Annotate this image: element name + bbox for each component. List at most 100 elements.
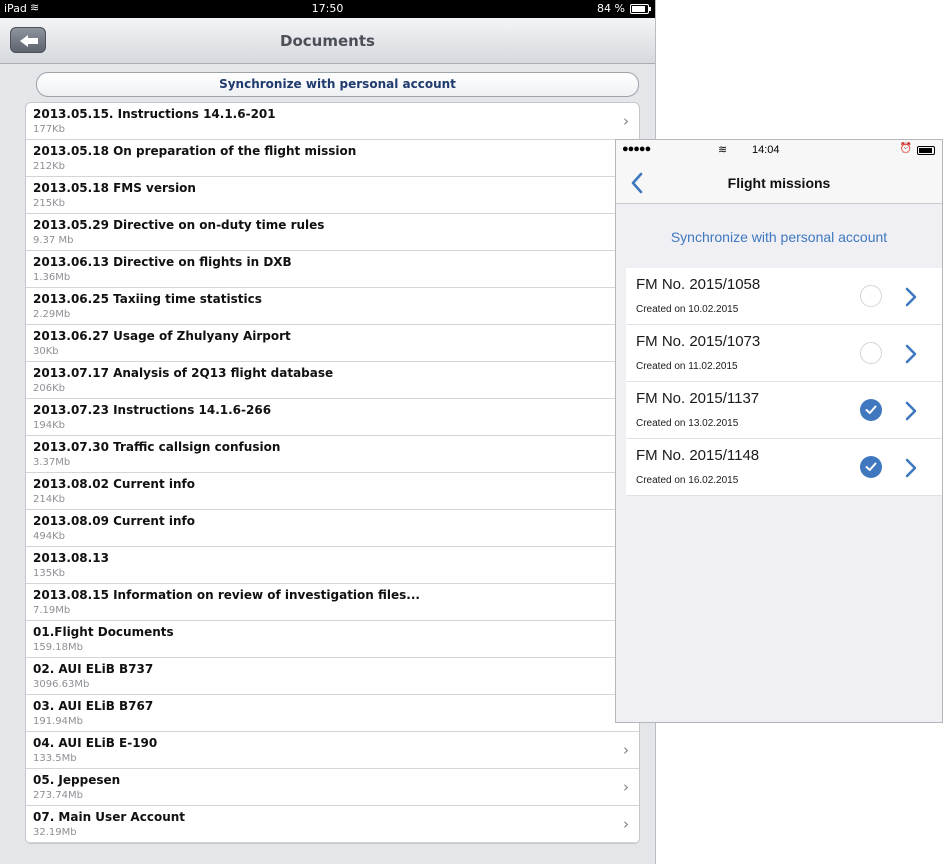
document-row[interactable]: 03. AUI ELiB B767191.94Mb› bbox=[26, 695, 639, 732]
flight-mission-row[interactable]: FM No. 2015/1073 Created on 11.02.2015 bbox=[626, 325, 942, 382]
mission-title: FM No. 2015/1058 bbox=[636, 276, 761, 293]
document-title: 2013.05.15. Instructions 14.1.6-201 bbox=[33, 107, 276, 121]
document-size: 194Kb bbox=[33, 420, 65, 431]
chevron-right-icon bbox=[905, 287, 917, 311]
sync-personal-account-button[interactable]: Synchronize with personal account bbox=[36, 72, 639, 97]
documents-list: 2013.05.15. Instructions 14.1.6-201 177Kb… bbox=[25, 102, 640, 844]
chevron-right-icon bbox=[905, 458, 917, 482]
document-title: 05. Jeppesen bbox=[33, 773, 121, 787]
document-size: 30Kb bbox=[33, 346, 59, 357]
iphone-flight-missions-screen: ●●●●● ≋ 14:04 ⏰ Flight missions Synchron… bbox=[615, 139, 943, 723]
document-title: 2013.08.15 Information on review of inve… bbox=[33, 588, 420, 602]
mission-created-date: Created on 16.02.2015 bbox=[636, 475, 739, 486]
document-row[interactable]: 2013.06.13 Directive on flights in DXB 1.… bbox=[26, 251, 639, 288]
document-title: 07. Main User Account bbox=[33, 810, 186, 824]
document-size: 191.94Mb bbox=[33, 716, 83, 727]
alarm-icon: ⏰ bbox=[899, 143, 912, 154]
flight-mission-row[interactable]: FM No. 2015/1148 Created on 16.02.2015 bbox=[626, 439, 942, 496]
document-row[interactable]: 2013.07.17 Analysis of 2Q13 flight datab… bbox=[26, 362, 639, 399]
checkmark-icon[interactable] bbox=[860, 399, 882, 421]
ipad-navigation-bar: Documents bbox=[0, 18, 655, 64]
sync-personal-account-link[interactable]: Synchronize with personal account bbox=[616, 229, 942, 245]
chevron-right-icon: › bbox=[623, 112, 629, 130]
document-size: 32.19Mb bbox=[33, 827, 77, 838]
iphone-status-bar: ●●●●● ≋ 14:04 ⏰ bbox=[616, 140, 942, 162]
document-title: 04. AUI ELiB E-190 bbox=[33, 736, 158, 750]
document-title: 2013.06.13 Directive on flights in DXB bbox=[33, 255, 292, 269]
document-row[interactable]: 2013.05.18 FMS version 215Kb bbox=[26, 177, 639, 214]
wifi-icon: ≋ bbox=[718, 144, 728, 156]
document-size: 215Kb bbox=[33, 198, 65, 209]
mission-title: FM No. 2015/1073 bbox=[636, 333, 761, 350]
document-row[interactable]: 2013.08.09 Current info 494Kb bbox=[26, 510, 639, 547]
mission-title: FM No. 2015/1148 bbox=[636, 447, 760, 464]
chevron-right-icon bbox=[905, 401, 917, 425]
empty-circle-icon[interactable] bbox=[860, 342, 882, 364]
document-title: 2013.08.02 Current info bbox=[33, 477, 195, 491]
document-title: 2013.06.25 Taxiing time statistics bbox=[33, 292, 262, 306]
document-size: 3096.63Mb bbox=[33, 679, 90, 690]
document-row[interactable]: 02. AUI ELiB B737 3096.63Mb bbox=[26, 658, 639, 695]
document-title: 2013.05.18 On preparation of the flight … bbox=[33, 144, 357, 158]
status-time: 14:04 bbox=[752, 144, 780, 156]
screenshot-stage: iPad ≋ 17:50 84 % Documents Synchronize … bbox=[0, 0, 948, 864]
document-row[interactable]: 2013.07.23 Instructions 14.1.6-266 194Kb bbox=[26, 399, 639, 436]
chevron-right-icon: › bbox=[623, 778, 629, 796]
document-title: 03. AUI ELiB B767 bbox=[33, 699, 154, 713]
battery-icon bbox=[917, 146, 935, 155]
document-size: 214Kb bbox=[33, 494, 65, 505]
document-row[interactable]: 04. AUI ELiB E-190 133.5Mb › bbox=[26, 732, 639, 769]
empty-circle-icon[interactable] bbox=[860, 285, 882, 307]
document-title: 2013.08.09 Current info bbox=[33, 514, 195, 528]
document-size: 2.29Mb bbox=[33, 309, 71, 320]
checkmark-icon[interactable] bbox=[860, 456, 882, 478]
document-row[interactable]: 2013.08.02 Current info 214Kb bbox=[26, 473, 639, 510]
chevron-right-icon bbox=[905, 344, 917, 368]
iphone-navigation-bar: Flight missions bbox=[616, 162, 942, 204]
chevron-right-icon: › bbox=[623, 815, 629, 833]
document-size: 3.37Mb bbox=[33, 457, 71, 468]
status-time: 17:50 bbox=[311, 2, 344, 15]
document-row[interactable]: 2013.07.30 Traffic callsign confusion 3.3… bbox=[26, 436, 639, 473]
document-row[interactable]: 2013.08.15 Information on review of inve… bbox=[26, 584, 639, 621]
document-row[interactable]: 07. Main User Account 32.19Mb › bbox=[26, 806, 639, 843]
document-size: 133.5Mb bbox=[33, 753, 77, 764]
document-size: 206Kb bbox=[33, 383, 65, 394]
document-title: 2013.05.18 FMS version bbox=[33, 181, 196, 195]
document-size: 7.19Mb bbox=[33, 605, 71, 616]
document-size: 9.37 Mb bbox=[33, 235, 74, 246]
document-row[interactable]: 2013.08.13 135Kb bbox=[26, 547, 639, 584]
document-title: 2013.07.17 Analysis of 2Q13 flight datab… bbox=[33, 366, 334, 380]
document-title: 02. AUI ELiB B737 bbox=[33, 662, 154, 676]
document-row[interactable]: 2013.05.29 Directive on on-duty time rul… bbox=[26, 214, 639, 251]
document-size: 1.36Mb bbox=[33, 272, 71, 283]
flight-mission-row[interactable]: FM No. 2015/1137 Created on 13.02.2015 bbox=[626, 382, 942, 439]
document-title: 2013.07.23 Instructions 14.1.6-266 bbox=[33, 403, 272, 417]
mission-title: FM No. 2015/1137 bbox=[636, 390, 760, 407]
battery-percentage: 84 % bbox=[597, 2, 625, 15]
mission-created-date: Created on 10.02.2015 bbox=[636, 304, 739, 315]
document-row[interactable]: 2013.05.18 On preparation of the flight … bbox=[26, 140, 639, 177]
document-row[interactable]: 05. Jeppesen 273.74Mb › bbox=[26, 769, 639, 806]
flight-missions-list: FM No. 2015/1058 Created on 10.02.2015 FM … bbox=[626, 268, 942, 496]
mission-created-date: Created on 13.02.2015 bbox=[636, 418, 739, 429]
mission-created-date: Created on 11.02.2015 bbox=[636, 361, 738, 372]
document-size: 135Kb bbox=[33, 568, 65, 579]
document-title: 2013.05.29 Directive on on-duty time rul… bbox=[33, 218, 325, 232]
ipad-status-bar: iPad ≋ 17:50 84 % bbox=[0, 0, 655, 18]
document-row[interactable]: 01.Flight Documents 159.18Mb bbox=[26, 621, 639, 658]
document-title: 2013.08.13 bbox=[33, 551, 109, 565]
page-title: Documents bbox=[280, 32, 375, 50]
document-size: 177Kb bbox=[33, 124, 65, 135]
document-title: 2013.06.27 Usage of Zhulyany Airport bbox=[33, 329, 291, 343]
document-row[interactable]: 2013.06.25 Taxiing time statistics 2.29Mb bbox=[26, 288, 639, 325]
chevron-right-icon: › bbox=[623, 741, 629, 759]
document-row[interactable]: 2013.06.27 Usage of Zhulyany Airport 30Kb bbox=[26, 325, 639, 362]
document-size: 212Kb bbox=[33, 161, 65, 172]
flight-mission-row[interactable]: FM No. 2015/1058 Created on 10.02.2015 bbox=[626, 268, 942, 325]
document-row[interactable]: 2013.05.15. Instructions 14.1.6-201 177Kb… bbox=[26, 103, 639, 140]
signal-strength-icon: ●●●●● bbox=[622, 143, 651, 155]
ipad-documents-screen: iPad ≋ 17:50 84 % Documents Synchronize … bbox=[0, 0, 656, 864]
document-size: 273.74Mb bbox=[33, 790, 83, 801]
battery-icon bbox=[630, 4, 651, 14]
